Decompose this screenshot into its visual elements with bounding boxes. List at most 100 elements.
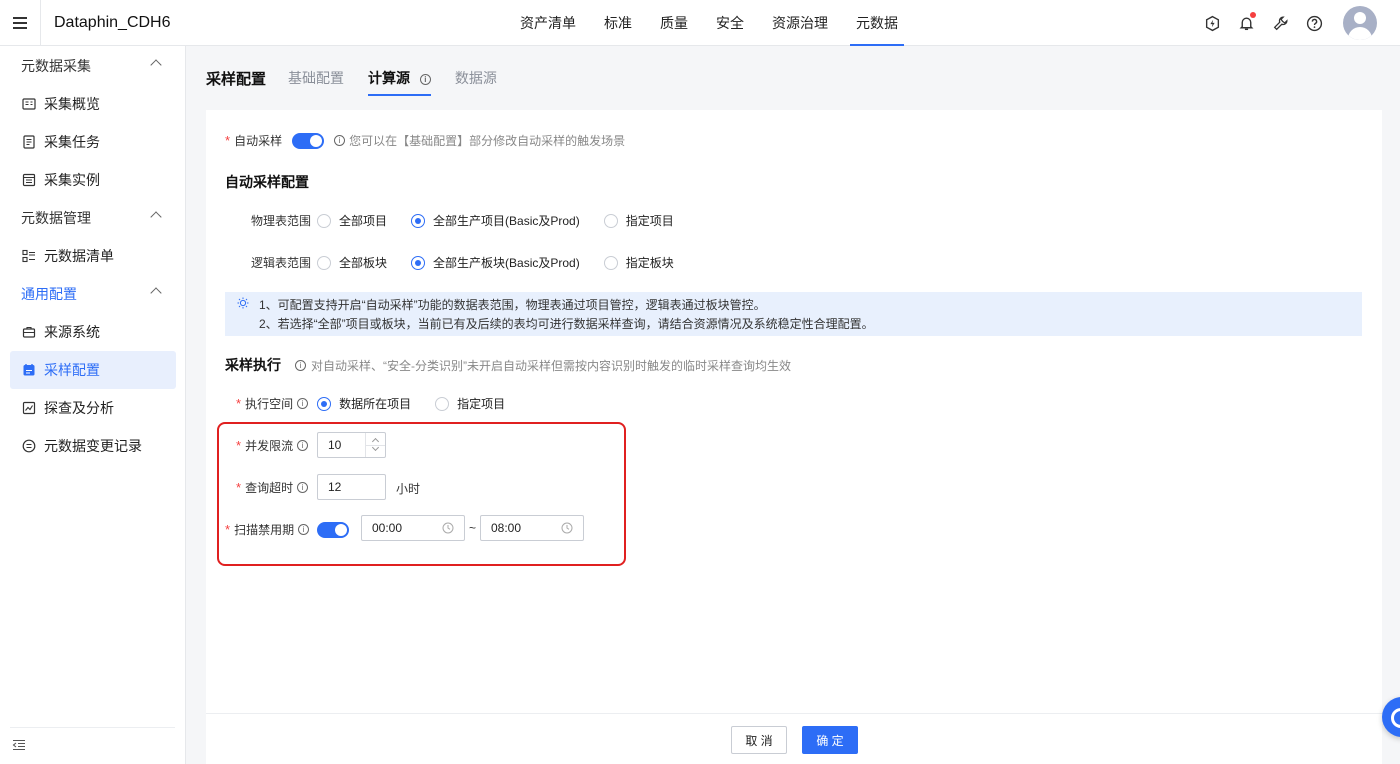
overview-icon <box>22 97 36 111</box>
collapse-sidebar-icon[interactable] <box>12 738 26 752</box>
change-log-icon <box>22 439 36 453</box>
app-title[interactable]: Dataphin_CDH6 <box>54 14 171 32</box>
logical-scope-row: 逻辑表范围 全部板块 全部生产板块(Basic及Prod) 指定板块 <box>251 254 698 271</box>
chevron-up-icon <box>150 211 162 223</box>
exec-space-radio-group: 数据所在项目 指定项目 <box>317 395 529 412</box>
sidebar-item-explore-analysis[interactable]: 探查及分析 <box>10 389 176 427</box>
cancel-button[interactable]: 取 消 <box>731 726 787 754</box>
radio-specified-boards[interactable]: 指定板块 <box>603 254 674 271</box>
radio-circle <box>317 213 331 228</box>
radio-label: 指定项目 <box>625 214 674 228</box>
exec-space-row: * 执行空间 i 数据所在项目 指定项目 <box>236 395 529 412</box>
tab-basic-config[interactable]: 基础配置 <box>288 56 344 100</box>
sidebar-item-collection-task[interactable]: 采集任务 <box>10 123 176 161</box>
radio-circle-selected <box>317 396 332 411</box>
execution-title: 采样执行 <box>225 357 281 373</box>
tip-line-2: 2、若选择“全部”项目或板块，当前已有及后续的表均可进行数据采样查询，请结合资源… <box>259 317 874 331</box>
info-icon[interactable]: i <box>297 398 309 409</box>
logical-scope-label: 逻辑表范围 <box>251 256 312 270</box>
hamburger-menu-icon[interactable] <box>0 0 41 46</box>
nav-security[interactable]: 安全 <box>706 0 754 46</box>
lightbulb-icon <box>237 297 249 309</box>
logical-scope-radio-group: 全部板块 全部生产板块(Basic及Prod) 指定板块 <box>317 254 698 271</box>
physical-scope-row: 物理表范围 全部项目 全部生产项目(Basic及Prod) 指定项目 <box>251 212 698 229</box>
list-icon <box>22 249 36 263</box>
nav-governance[interactable]: 资源治理 <box>762 0 838 46</box>
radio-circle <box>603 213 618 228</box>
notification-dot <box>1250 12 1256 18</box>
radio-circle <box>317 255 331 270</box>
confirm-button[interactable]: 确 定 <box>802 726 858 754</box>
sidebar-item-collection-overview[interactable]: 采集概览 <box>10 85 176 123</box>
bell-icon[interactable] <box>1237 12 1256 32</box>
auto-sample-config-title: 自动采样配置 <box>225 174 309 190</box>
exec-space-label: 执行空间 <box>245 397 294 411</box>
radio-all-prod-boards[interactable]: 全部生产板块(Basic及Prod) <box>411 254 580 271</box>
radio-circle <box>603 255 618 270</box>
flash-icon[interactable] <box>1203 14 1221 32</box>
radio-circle-selected <box>411 213 426 228</box>
radio-data-project[interactable]: 数据所在项目 <box>317 395 411 412</box>
sidebar-group-management[interactable]: 元数据管理 <box>0 199 186 237</box>
sidebar-group-label: 通用配置 <box>21 286 77 302</box>
briefcase-icon <box>22 325 36 339</box>
info-icon: i <box>295 359 306 371</box>
auto-sample-row: * 自动采样 i 您可以在【基础配置】部分修改自动采样的触发场景 <box>225 132 625 149</box>
sidebar-group-general-config[interactable]: 通用配置 <box>0 275 186 313</box>
physical-scope-radio-group: 全部项目 全部生产项目(Basic及Prod) 指定项目 <box>317 212 698 229</box>
sidebar-item-metadata-list[interactable]: 元数据清单 <box>10 237 176 275</box>
physical-scope-label: 物理表范围 <box>251 214 312 228</box>
radio-specified-project[interactable]: 指定项目 <box>435 395 505 412</box>
sidebar-item-label: 采集实例 <box>44 172 100 188</box>
nav-standard[interactable]: 标准 <box>594 0 642 46</box>
nav-metadata[interactable]: 元数据 <box>846 0 908 46</box>
top-bar: Dataphin_CDH6 资产清单 标准 质量 安全 资源治理 元数据 <box>0 0 1400 46</box>
sidebar-item-label: 来源系统 <box>44 324 100 340</box>
required-mark: * <box>236 396 242 411</box>
required-mark: * <box>225 133 231 148</box>
highlight-box <box>217 422 626 566</box>
sidebar-item-sample-config[interactable]: 采样配置 <box>10 351 176 389</box>
page-title: 采样配置 <box>206 70 267 88</box>
sidebar-item-label: 探查及分析 <box>44 400 114 416</box>
tip-box: 1、可配置支持开启“自动采样”功能的数据表范围，物理表通过项目管控，逻辑表通过板… <box>225 292 1362 336</box>
sidebar-item-change-log[interactable]: 元数据变更记录 <box>10 427 176 465</box>
top-nav: 资产清单 标准 质量 安全 资源治理 元数据 <box>506 0 912 46</box>
sidebar-item-label: 元数据变更记录 <box>44 438 142 454</box>
nav-quality[interactable]: 质量 <box>650 0 698 46</box>
sidebar-item-label: 采样配置 <box>44 362 100 378</box>
sidebar-divider <box>10 727 175 728</box>
wrench-icon[interactable] <box>1271 14 1289 32</box>
sidebar-item-label: 元数据清单 <box>44 248 114 264</box>
auto-sample-label: 自动采样 <box>234 134 283 148</box>
sidebar-item-label: 采集任务 <box>44 134 100 150</box>
sidebar-group-label: 元数据管理 <box>21 210 91 226</box>
instance-icon <box>22 173 36 187</box>
nav-assets[interactable]: 资产清单 <box>510 0 586 46</box>
sidebar-group-collection[interactable]: 元数据采集 <box>0 47 186 85</box>
radio-label: 全部生产板块(Basic及Prod) <box>433 256 580 270</box>
tab-data-source[interactable]: 数据源 <box>455 56 497 100</box>
sidebar-item-label: 采集概览 <box>44 96 100 112</box>
radio-label: 全部生产项目(Basic及Prod) <box>433 214 580 228</box>
chart-icon <box>22 401 36 415</box>
radio-all-projects[interactable]: 全部项目 <box>317 212 387 229</box>
footer-bar <box>206 713 1382 764</box>
tab-compute-source[interactable]: 计算源 i <box>368 56 431 100</box>
sidebar-item-collection-instance[interactable]: 采集实例 <box>10 161 176 199</box>
info-icon[interactable]: i <box>419 73 431 85</box>
avatar[interactable] <box>1343 6 1377 40</box>
radio-specified-projects[interactable]: 指定项目 <box>603 212 674 229</box>
radio-all-prod-projects[interactable]: 全部生产项目(Basic及Prod) <box>411 212 580 229</box>
assistant-float-button[interactable] <box>1382 697 1400 737</box>
radio-label: 指定项目 <box>457 397 506 411</box>
radio-circle <box>435 396 450 411</box>
radio-all-boards[interactable]: 全部板块 <box>317 254 387 271</box>
sidebar-item-source-system[interactable]: 来源系统 <box>10 313 176 351</box>
sample-config-icon <box>22 363 36 377</box>
help-icon[interactable] <box>1305 14 1323 32</box>
auto-sample-hint: 您可以在【基础配置】部分修改自动采样的触发场景 <box>349 134 626 148</box>
chevron-up-icon <box>150 287 162 299</box>
tab-label: 计算源 <box>368 70 411 86</box>
auto-sample-toggle[interactable] <box>292 132 325 149</box>
